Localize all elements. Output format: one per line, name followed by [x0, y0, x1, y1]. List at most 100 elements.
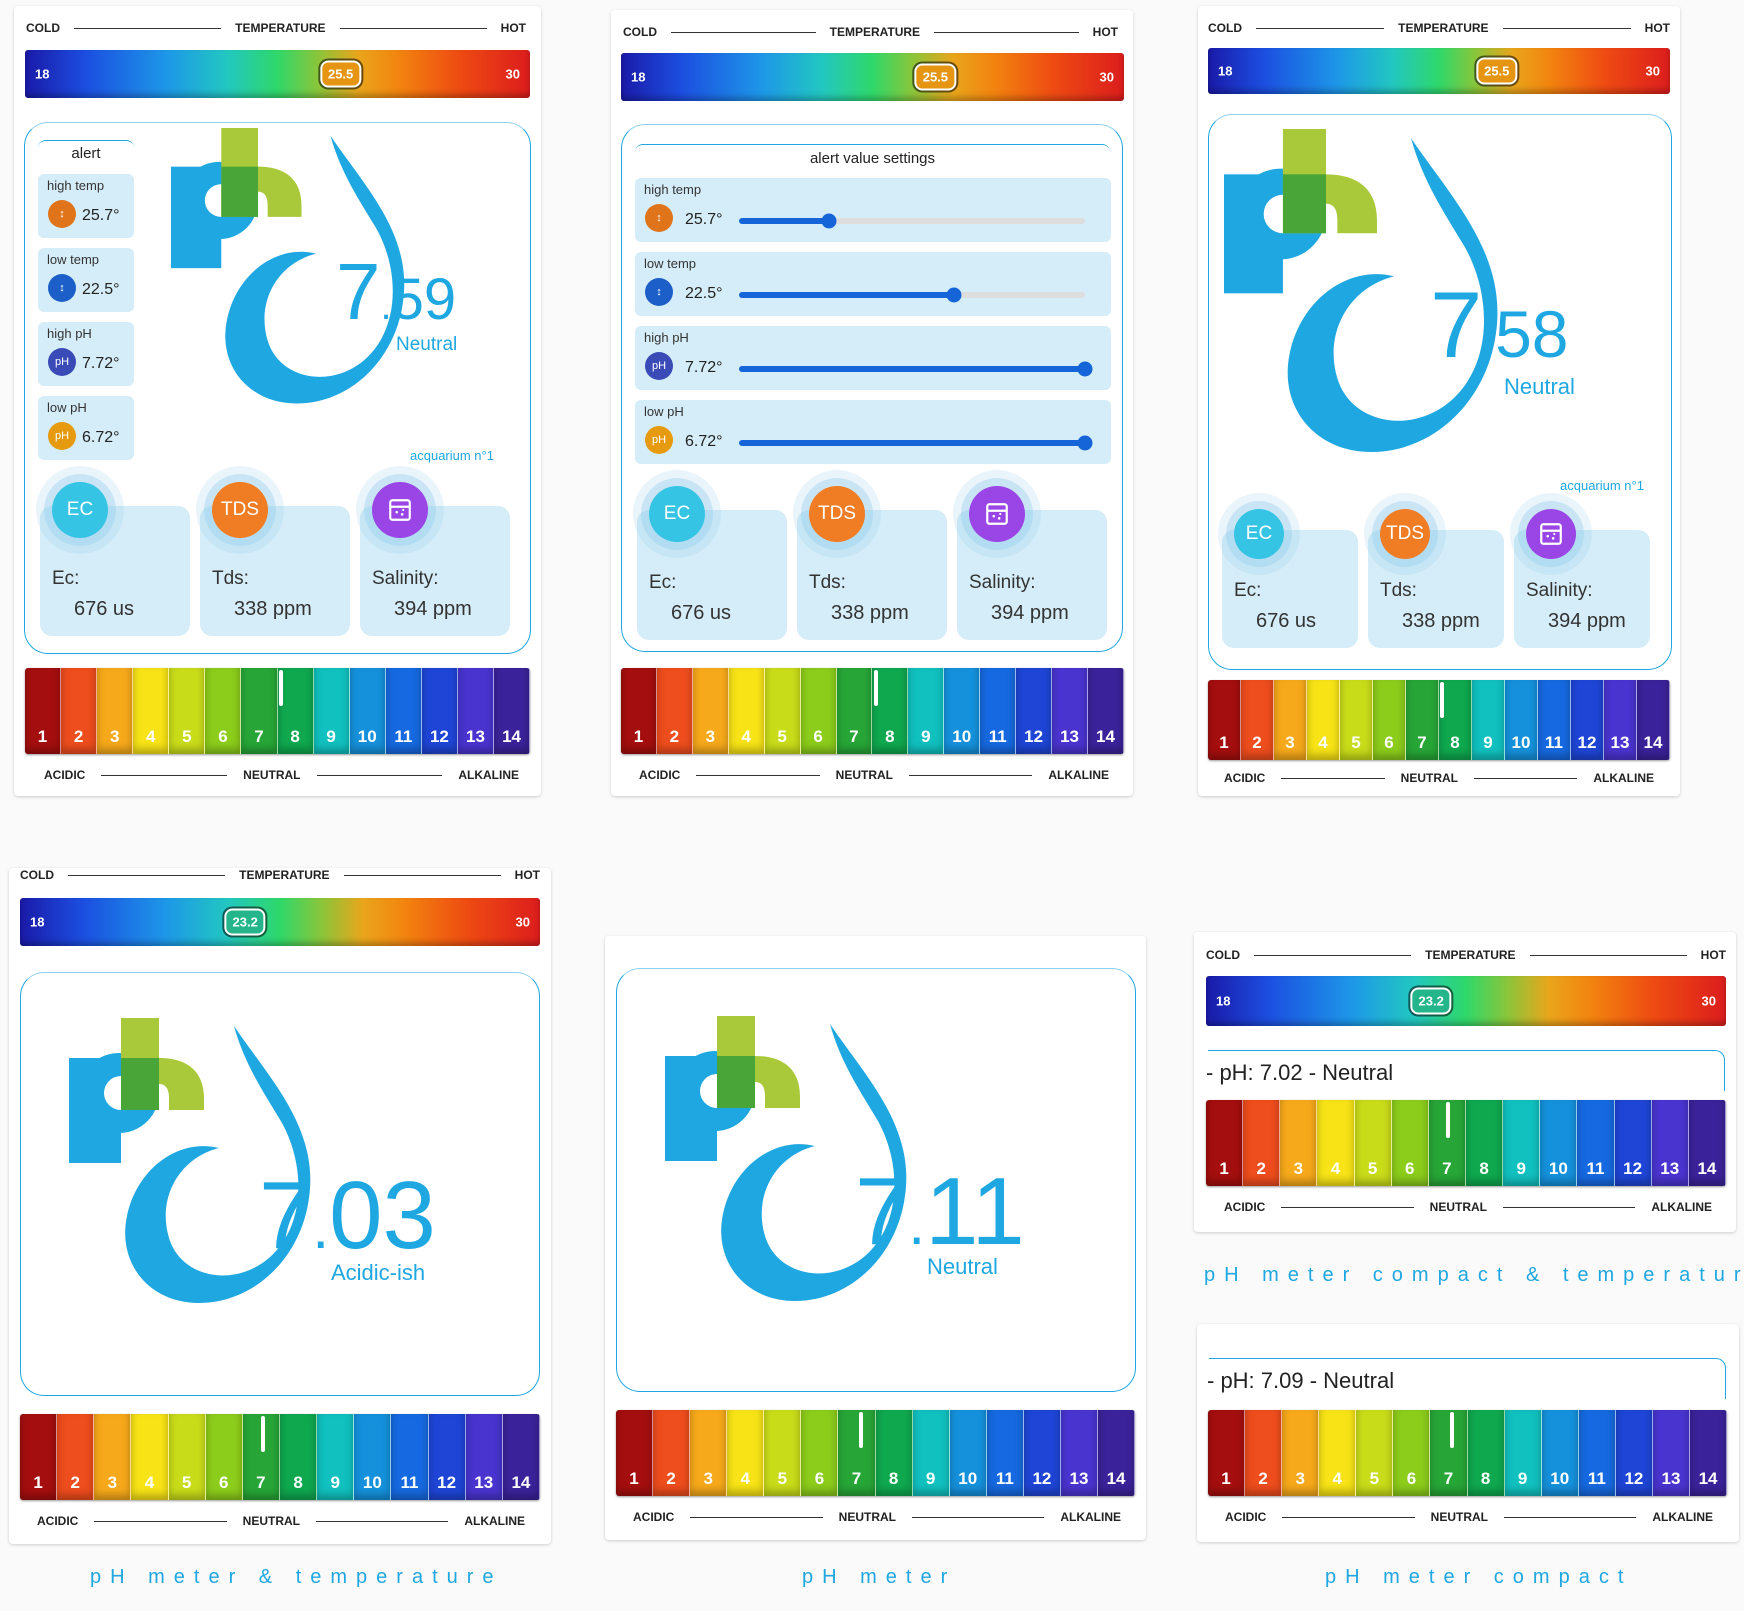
ph-scale-segment: 5: [168, 1414, 206, 1500]
ph-scale-segment: 12: [1615, 1410, 1653, 1496]
ph-scale-segment: 14: [1688, 1100, 1726, 1186]
ph-scale-number: 11: [995, 1469, 1014, 1488]
slider-knob[interactable]: [1077, 435, 1093, 451]
ph-scale-segment: 6: [205, 668, 242, 754]
temperature-header: COLD TEMPERATURE HOT: [623, 25, 1118, 39]
ph-scale-segment: 9: [1472, 680, 1505, 760]
temperature-title: TEMPERATURE: [1398, 21, 1489, 35]
ph-scale-number: 14: [1697, 1159, 1717, 1178]
ph-value: 7.03: [259, 1162, 436, 1269]
ph-scale-segment: 9: [317, 1414, 355, 1500]
ph-scale-segment: 4: [1307, 680, 1340, 760]
ph-status: Neutral: [927, 1254, 998, 1279]
ph-badge-icon: pH: [48, 422, 76, 450]
ph-scale-segment: 11: [1538, 680, 1571, 760]
ph-scale-number: 8: [293, 1473, 303, 1492]
ph-scale-number: 3: [1293, 1159, 1304, 1178]
ph-scale-number: 4: [741, 727, 751, 746]
alert-item[interactable]: high pH pH 7.72°: [38, 322, 134, 386]
ph-scale-segment: 1: [621, 668, 657, 754]
ph-footer: ACIDIC NEUTRAL ALKALINE: [1224, 771, 1654, 785]
ph-footer: ACIDIC NEUTRAL ALKALINE: [639, 768, 1109, 782]
alert-item[interactable]: low pH pH 6.72°: [38, 396, 134, 460]
ph-integer: 7: [336, 247, 381, 336]
temp-max: 30: [1701, 993, 1716, 1009]
ph-scale-number: 13: [1660, 1159, 1680, 1178]
ph-scale-number: 12: [437, 1473, 457, 1492]
ph-scale-segment: 6: [205, 1414, 243, 1500]
beaker-icon: [1526, 509, 1576, 559]
ph-scale-number: 9: [326, 727, 336, 746]
slider-knob[interactable]: [821, 213, 837, 229]
slider-knob[interactable]: [946, 287, 962, 303]
ph-scale-number: 13: [474, 1473, 494, 1492]
ph-scale-number: 3: [109, 727, 120, 746]
sensor-label: Salinity:: [372, 568, 439, 589]
temperature-title: TEMPERATURE: [1425, 948, 1516, 962]
ph-scale-segment: 5: [764, 668, 801, 754]
ph-footer: ACIDIC NEUTRAL ALKALINE: [1225, 1510, 1713, 1524]
ph-scale-segment: 10: [354, 1414, 392, 1500]
slider-knob[interactable]: [1077, 361, 1093, 377]
ph-marker: [859, 1412, 864, 1448]
ph-scale-segment: 8: [1439, 680, 1472, 760]
temp-min: 18: [30, 914, 45, 930]
neutral-label: NEUTRAL: [1430, 1510, 1488, 1524]
alert-item-label: high temp: [47, 178, 105, 193]
alert-item[interactable]: low temp ↕ 22.5°: [38, 248, 134, 312]
temperature-bar: 18 30 23.2: [20, 898, 540, 946]
ph-scale-number: 3: [107, 1473, 118, 1492]
alert-item[interactable]: high temp ↕ 25.7°: [38, 174, 134, 238]
ph-scale-segment: 8: [1465, 1100, 1504, 1186]
alert-slider[interactable]: [739, 213, 1085, 229]
card-ph-large: COLD TEMPERATURE HOT 18 30 25.5 7.58 Neu…: [1198, 6, 1680, 796]
neutral-label: NEUTRAL: [1400, 771, 1458, 785]
sensor-label: Tds:: [809, 572, 846, 593]
ph-scale-segment: 1: [25, 668, 62, 754]
ph-scale-segment: 10: [1541, 1410, 1579, 1496]
hot-label: HOT: [500, 21, 527, 35]
ph-decimal: 59: [391, 267, 457, 332]
alert-slider[interactable]: [739, 435, 1093, 451]
alert-item-label: low pH: [47, 400, 87, 415]
alkaline-label: ALKALINE: [458, 768, 519, 782]
ec-icon: EC: [1234, 509, 1284, 559]
ph-scale-segment: 12: [1016, 668, 1053, 754]
ph-scale-segment: 11: [986, 1410, 1024, 1496]
ph-scale-number: 13: [466, 727, 485, 746]
ph-scale-number: 2: [70, 1473, 80, 1492]
ph-decimal: 58: [1495, 297, 1569, 371]
alert-slider[interactable]: [739, 361, 1093, 377]
caption-meter: pH meter: [802, 1566, 957, 1588]
ph-scale-segment: 4: [1317, 1100, 1355, 1186]
ph-scale-segment: 10: [1505, 680, 1538, 760]
temp-max: 30: [505, 66, 520, 82]
ph-scale-number: 8: [888, 1469, 899, 1488]
sensor-label: Ec:: [52, 568, 80, 589]
ph-scale-segment: 13: [465, 1414, 503, 1500]
ph-scale-number: 2: [73, 727, 84, 746]
ph-scale-segment: 5: [1340, 680, 1373, 760]
tds-icon: TDS: [212, 482, 268, 538]
ph-scale-number: 11: [1545, 733, 1563, 752]
card-ph-meter: 7.11 Neutral 1 2 3 4 5 6 7 8 9 10 11 12 13 14 ACIDIC N…: [605, 936, 1146, 1540]
temperature-badge: 25.5: [914, 63, 957, 91]
aquarium-label: acquarium n°1: [1560, 478, 1644, 493]
alert-slider[interactable]: [739, 287, 1085, 303]
ph-scale-number: 13: [1060, 727, 1079, 746]
ph-scale-segment: 4: [131, 1414, 169, 1500]
ph-scale-number: 5: [1367, 1159, 1378, 1178]
ph-scale-number: 3: [705, 727, 716, 746]
ph-scale-segment: 14: [1087, 668, 1124, 754]
acidic-label: ACIDIC: [44, 768, 86, 782]
ph-scale-number: 12: [1577, 733, 1597, 752]
ph-scale-segment: 4: [133, 668, 170, 754]
ph-marker: [260, 1416, 265, 1452]
alert-item-label: high pH: [47, 326, 92, 341]
ph-scale-segment: 10: [944, 668, 981, 754]
ph-scale-segment: 2: [653, 1410, 691, 1496]
acidic-label: ACIDIC: [1224, 771, 1266, 785]
ph-scale-number: 13: [1610, 733, 1630, 752]
temperature-bar: 18 30 25.5: [621, 53, 1124, 101]
ph-scale-number: 14: [511, 1473, 531, 1492]
